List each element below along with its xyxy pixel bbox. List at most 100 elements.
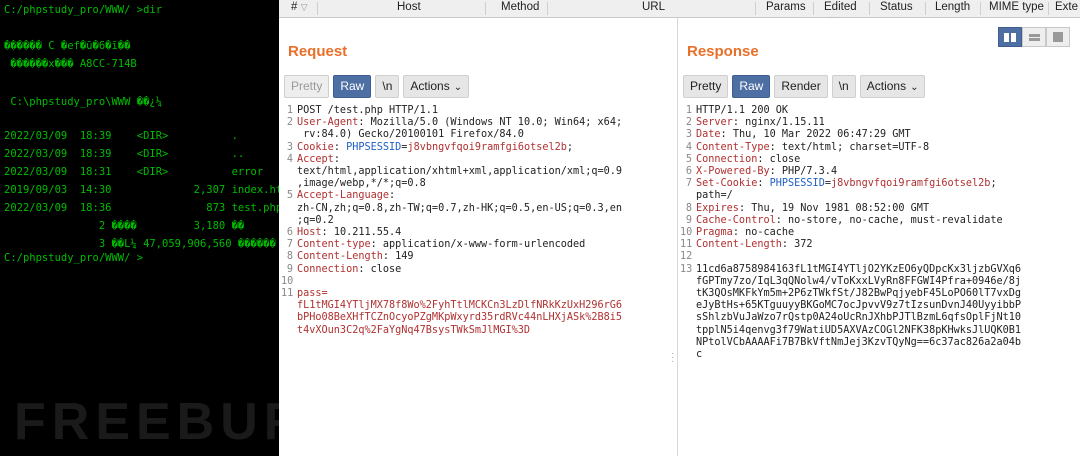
line-number: 4 [685,141,692,153]
column-header-method[interactable]: Method [501,1,539,13]
line-number: 6 [286,227,293,238]
column-header-extension[interactable]: Exte [1055,1,1078,13]
code-token: Host [297,227,322,238]
request-tab-newline[interactable]: \n [375,75,400,98]
response-tab-pretty[interactable]: Pretty [683,75,729,98]
column-header-num[interactable]: # ▽ [291,1,308,13]
line-number: 10 [281,275,294,287]
code-token: j8vbngvfqoi9ramfgi6otsel2b [830,178,991,190]
code-line: t4vXOun3C2q%2FaYgNq47BsysTWkSmJlMGI%3D [297,325,530,337]
chevron-down-icon: ⌄ [453,82,463,93]
split-view-icon[interactable] [998,27,1022,47]
column-header-url[interactable]: URL [642,1,665,13]
single-view-icon[interactable] [1046,27,1070,47]
line-number: 4 [286,153,293,165]
line-number: 8 [286,251,293,263]
code-token: : [333,141,347,153]
code-line: Content-type: application/x-www-form-url… [297,239,585,251]
terminal-line: 2019/09/03 14:30 2,307 index.html [4,184,279,196]
response-actions-menu[interactable]: Actions ⌄ [859,75,926,98]
request-tab-pretty[interactable]: Pretty [284,75,330,98]
code-line: ,image/webp,*/*;q=0.8 [297,178,426,190]
splitter-handle-icon[interactable]: · · · [671,349,674,367]
code-line: Connection: close [696,154,800,166]
column-header-host[interactable]: Host [397,1,421,13]
code-line: Expires: Thu, 19 Nov 1981 08:52:00 GMT [696,203,929,215]
code-token: : [757,178,770,190]
code-line: Host: 10.211.55.4 [297,227,401,239]
column-header-mime-type[interactable]: MIME type [989,1,1044,13]
response-tab-newline[interactable]: \n [831,75,856,98]
code-token: Content-type [297,239,371,251]
line-number: 11 [680,239,693,251]
code-line: sShlzbVuJaWzo7rQstp0A24oUcRnJXhbPJTlBzmL… [696,312,1021,324]
code-token: : [333,153,340,165]
code-token: fGPTmy7zo/IqL3qQNolw4/vToKxxLVyRn8FFGWI4… [696,275,1022,287]
code-line: fL1tMGI4YTljMX78f8Wo%2FyhTtlMCKCn3LzDlfN… [297,300,622,312]
line-number: 9 [685,214,692,226]
response-tab-raw[interactable]: Raw [732,75,771,98]
code-token: t4vXOun3C2q%2FaYgNq47BsysTWkSmJlMGI%3D [297,324,531,336]
code-line: NPtolVCbAAAAFi7B7BkVftNmJej3KzvTQyNg==6c… [696,337,1021,349]
column-header-edited[interactable]: Edited [824,1,857,13]
code-token: ;q=0.2 [297,214,334,226]
line-number: 3 [286,141,293,153]
column-header-length[interactable]: Length [935,1,970,13]
code-token: Content-Length [297,251,383,263]
code-token: ; [990,178,997,190]
code-line: rv:84.0) Gecko/20100101 Firefox/84.0 [297,129,524,141]
column-header-params[interactable]: Params [766,1,806,13]
code-line: Cookie: PHPSESSID=j8vbngvfqoi9ramfgi6ots… [297,142,573,154]
code-line: Cache-Control: no-store, no-cache, must-… [696,215,1003,227]
request-view-tabs: Pretty Raw \n Actions ⌄ [284,75,470,98]
line-number: 8 [685,202,692,214]
code-token: Content-Type [696,141,770,153]
code-token: Set-Cookie [696,178,758,190]
code-token: text/html,application/xhtml+xml,applicat… [297,166,623,177]
code-token: zh-CN,zh;q=0.8,zh-TW;q=0.7,zh-HK;q=0.5,e… [297,202,623,214]
line-number: 13 [680,263,693,275]
code-line: Content-Length: 372 [696,239,813,251]
code-line: text/html,application/xhtml+xml,applicat… [297,166,622,178]
code-token: Pragma [696,227,733,238]
code-token: : Mozilla/5.0 (Windows NT 10.0; Win64; x… [358,117,623,129]
terminal-line: C:/phpstudy_pro/WWW/ >dir [4,4,163,16]
code-line: bPHo08BeXHfTCZnOcyoPZgMKpWxyrd35rdRVc44n… [297,312,622,324]
code-token: rv:84.0) Gecko/20100101 Firefox/84.0 [297,129,524,141]
code-line: Content-Type: text/html; charset=UTF-8 [696,142,929,154]
code-token: X-Powered-By [696,166,770,177]
line-number: 5 [286,190,293,202]
request-tab-raw[interactable]: Raw [333,75,372,98]
code-token: PHPSESSID [769,178,825,190]
code-token: Expires [696,202,739,214]
code-line: POST /test.php HTTP/1.1 [297,105,438,117]
request-actions-menu[interactable]: Actions ⌄ [403,75,470,98]
code-token: Accept-Language [297,190,390,202]
column-header-status[interactable]: Status [880,1,913,13]
code-token: ,image/webp,*/*;q=0.8 [297,178,426,190]
code-token: Connection [297,263,359,275]
layout-toggle [998,27,1070,47]
terminal-line: C:/phpstudy_pro/WWW/ > [4,252,144,264]
stacked-view-icon[interactable] [1022,27,1046,47]
code-line: pass= [297,288,328,300]
line-number: 2 [685,117,692,129]
code-token: : Thu, 19 Nov 1981 08:52:00 GMT [738,202,930,214]
code-token: Connection [696,153,758,165]
response-title: Response [687,43,759,60]
terminal-line: 2022/03/09 18:31 <DIR> error [4,166,264,178]
code-token: j8vbngvfqoi9ramfgi6otsel2b [407,141,567,153]
response-tab-render[interactable]: Render [774,75,828,98]
code-token: : 372 [781,239,813,251]
code-token: : nginx/1.15.11 [732,117,825,129]
code-line: eJyBtHs+65KTguuyyBKGoMC7ocJpvvV9z7tIzsun… [696,300,1021,312]
code-token: Date [696,129,721,141]
code-token: : Thu, 10 Mar 2022 06:47:29 GMT [720,129,911,141]
watermark-logo: FREEBUF [14,393,279,451]
code-token: tpplN5i4qenvg3f79WatiUD5AXVAzCOGl2NFK38p… [696,324,1022,336]
line-number: 11 [281,288,294,299]
terminal-window: C:/phpstudy_pro/WWW/ >dir ������ C �ef�ū�… [0,0,279,456]
code-token: HTTP/1.1 200 OK [696,105,789,116]
code-line: 11cd6a8758984163fL1tMGI4YTljO2YKzEO6yQDp… [696,264,1021,276]
terminal-line: 2022/03/09 18:39 <DIR> .. [4,148,245,160]
